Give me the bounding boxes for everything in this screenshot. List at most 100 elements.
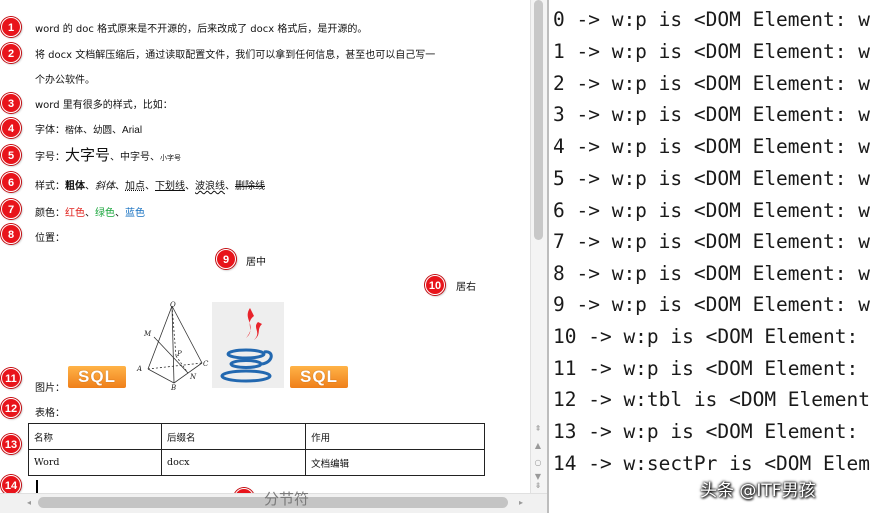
sep: 、 — [185, 181, 195, 192]
font-label: 字体： — [35, 125, 65, 136]
console-output[interactable]: 0 -> w:p is <DOM Element: w 1 -> w:p is … — [549, 0, 894, 513]
style-bold: 粗体 — [65, 181, 85, 192]
center-text: 居中 — [246, 257, 266, 268]
console-line: 8 -> w:p is <DOM Element: w — [553, 262, 870, 285]
style-wave: 波浪线 — [195, 181, 225, 192]
annotation-badge-5: 5 — [1, 145, 21, 165]
label-p: P — [176, 350, 182, 358]
console-line: 6 -> w:p is <DOM Element: w — [553, 199, 870, 222]
label-o: O — [170, 301, 176, 309]
section-break-label: 分节符 — [264, 490, 310, 508]
size-line: 字号：大字号、中字号、小字号 — [35, 144, 181, 165]
sep: 、 — [112, 125, 123, 136]
doc-line-3: word 里有很多的样式，比如： — [35, 100, 173, 111]
annotation-badge-8: 8 — [1, 224, 21, 244]
left-arrow-icon[interactable]: ◂ — [22, 498, 36, 508]
document-page[interactable]: word 的 doc 格式原来是不开源的，后来改成了 docx 格式后，是开源的… — [0, 0, 530, 493]
console-line: 12 -> w:tbl is <DOM Element — [553, 388, 870, 411]
annotation-badge-9: 9 — [216, 249, 236, 269]
document-pane[interactable]: word 的 doc 格式原来是不开源的，后来改成了 docx 格式后，是开源的… — [0, 0, 547, 513]
annotation-badge-12: 12 — [1, 398, 21, 418]
label-a: A — [136, 365, 142, 373]
doc-line-2: 将 docx 文档解压缩后，通过读取配置文件，我们可以拿到任何信息，甚至也可以自… — [35, 50, 436, 61]
console-line: 9 -> w:p is <DOM Element: w — [553, 293, 870, 316]
annotation-badge-3: 3 — [1, 93, 21, 113]
right-arrow-icon[interactable]: ▸ — [514, 498, 528, 508]
table-cell[interactable]: 文档编辑 — [305, 449, 485, 476]
table-header-cell[interactable]: 名称 — [27, 423, 163, 450]
annotation-badge-7: 7 — [1, 199, 21, 219]
style-underline: 下划线 — [155, 181, 185, 192]
console-line: 3 -> w:p is <DOM Element: w — [553, 103, 870, 126]
annotation-badge-2: 2 — [1, 43, 21, 63]
console-line: 11 -> w:p is <DOM Element: — [553, 357, 859, 380]
console-line: 2 -> w:p is <DOM Element: w — [553, 72, 870, 95]
sql-logo-image-right: SQL — [290, 366, 348, 388]
console-line: 14 -> w:sectPr is <DOM Elem — [553, 452, 870, 475]
color-green: 绿色 — [95, 208, 115, 219]
right-text: 居右 — [456, 282, 476, 293]
sep: 、 — [115, 208, 125, 219]
size-label: 字号： — [35, 152, 65, 163]
console-line: 10 -> w:p is <DOM Element: — [553, 325, 859, 348]
annotation-badge-10: 10 — [425, 275, 445, 295]
sep: 、 — [115, 181, 125, 192]
sep: 、 — [83, 125, 94, 136]
annotation-badge-11: 11 — [1, 368, 21, 388]
up-arrow-icon[interactable]: ▲ — [531, 441, 545, 451]
image-label: 图片： — [35, 383, 65, 394]
console-line: 1 -> w:p is <DOM Element: w — [553, 40, 870, 63]
style-label: 样式： — [35, 181, 65, 192]
annotation-badge-14: 14 — [1, 475, 21, 495]
annotation-badge-6: 6 — [1, 172, 21, 192]
vertical-scroll-thumb[interactable] — [534, 0, 543, 240]
style-italic: 斜体 — [95, 181, 115, 192]
sep: 、 — [225, 181, 235, 192]
position-label: 位置： — [35, 233, 65, 244]
sep: 、 — [150, 152, 161, 163]
sep: 、 — [145, 181, 155, 192]
font-arial: Arial — [122, 125, 143, 136]
console-line: 0 -> w:p is <DOM Element: w — [553, 8, 870, 31]
pyramid-figure-image: O M A B C N P — [136, 301, 209, 391]
font-line: 字体：楷体、幼圆、Arial — [35, 121, 142, 136]
size-big: 大字号 — [65, 146, 111, 164]
font-kai: 楷体 — [65, 126, 84, 136]
java-logo-image — [212, 302, 284, 388]
label-c: C — [203, 360, 209, 368]
table-cell[interactable]: docx — [161, 449, 307, 476]
watermark-text: 头条 @ITF男孩 — [700, 481, 816, 501]
console-line: 7 -> w:p is <DOM Element: w — [553, 230, 870, 253]
select-browse-object-icon[interactable]: ○ — [531, 458, 545, 468]
doc-line-2-cont: 个办公软件。 — [35, 75, 95, 86]
table-header-row: 名称 后缀名 作用 — [27, 423, 485, 450]
color-blue: 蓝色 — [125, 208, 145, 219]
table-label: 表格： — [35, 408, 65, 419]
color-red: 红色 — [65, 208, 85, 219]
label-b: B — [170, 384, 176, 391]
doc-line-1: word 的 doc 格式原来是不开源的，后来改成了 docx 格式后，是开源的… — [35, 24, 368, 35]
size-small: 小字号 — [160, 154, 182, 162]
color-line: 颜色：红色、绿色、蓝色 — [35, 204, 145, 219]
font-youyuan: 幼圆 — [93, 125, 113, 136]
text-cursor — [36, 480, 38, 493]
page-down-icon[interactable]: ⇟ — [531, 481, 545, 491]
style-strike: 删除线 — [235, 181, 265, 192]
sql-logo-image-left: SQL — [68, 366, 126, 388]
doc-table[interactable]: 名称 后缀名 作用 Word docx 文档编辑 — [27, 423, 485, 476]
label-m: M — [143, 330, 152, 338]
console-line: 4 -> w:p is <DOM Element: w — [553, 135, 870, 158]
page-up-icon[interactable]: ⇞ — [531, 424, 545, 434]
sep: 、 — [85, 208, 95, 219]
table-row: Word docx 文档编辑 — [27, 449, 485, 476]
sep: 、 — [85, 181, 95, 192]
style-line: 样式：粗体、斜体、加点、下划线、波浪线、删除线 — [35, 177, 265, 192]
table-header-cell[interactable]: 作用 — [305, 423, 485, 450]
console-line: 5 -> w:p is <DOM Element: w — [553, 167, 870, 190]
annotation-badge-4: 4 — [1, 118, 21, 138]
style-dot: 加点 — [125, 181, 145, 192]
annotation-badge-1: 1 — [1, 17, 21, 37]
table-cell[interactable]: Word — [27, 449, 163, 476]
color-label: 颜色： — [35, 208, 65, 219]
table-header-cell[interactable]: 后缀名 — [161, 423, 307, 450]
